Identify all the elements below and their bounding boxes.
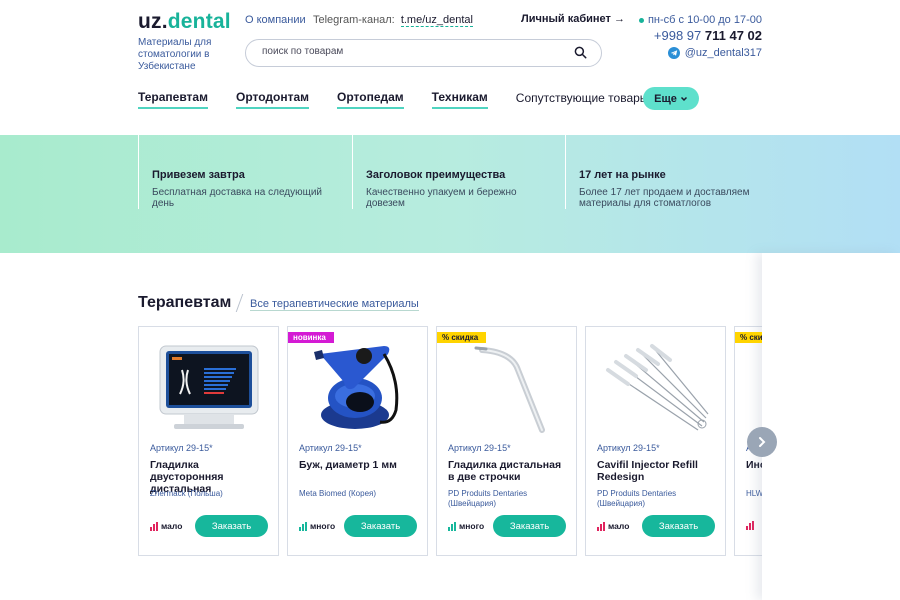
order-button[interactable]: Заказать bbox=[344, 515, 417, 537]
feature-desc: Качественно упакуем и бережно довезем bbox=[366, 187, 517, 209]
stock-text: мало bbox=[161, 521, 183, 531]
product-card[interactable]: Артикул 29-15* Гладилка двусторонняя дис… bbox=[138, 326, 279, 556]
stock-bars-icon bbox=[597, 522, 605, 531]
stock-bars-icon bbox=[746, 521, 754, 530]
product-article: Артикул 29-15* bbox=[597, 443, 660, 453]
product-maker: PD Produits Dentaries (Швейцария) bbox=[448, 489, 528, 508]
sale-badge: % ски bbox=[735, 332, 762, 343]
product-name[interactable]: Буж, диаметр 1 мм bbox=[299, 459, 421, 471]
features-banner: Привезем завтра Бесплатная доставка на с… bbox=[0, 135, 900, 253]
product-name[interactable]: Cavifil Injector Refill Redesign bbox=[597, 459, 719, 483]
nav-item-orthodontists[interactable]: Ортодонтам bbox=[235, 90, 310, 109]
chevron-down-icon bbox=[680, 96, 687, 101]
telegram-channel-label: Telegram-канал: bbox=[313, 14, 395, 26]
feature-item: 17 лет на рынке Более 17 лет продаем и д… bbox=[565, 135, 778, 209]
sale-badge: % скидка bbox=[437, 332, 487, 343]
logo-part1: uz. bbox=[138, 10, 168, 33]
cabinet-link[interactable]: Личный кабинет → bbox=[521, 13, 625, 25]
feature-title: 17 лет на рынке bbox=[579, 169, 666, 181]
stock-indicator bbox=[746, 521, 754, 530]
nav-item-orthopedists[interactable]: Ортопедам bbox=[337, 90, 404, 109]
stock-text: много bbox=[459, 521, 485, 531]
search-bar[interactable] bbox=[245, 39, 602, 67]
product-maker: PD Produits Dentaries (Швейцария) bbox=[597, 489, 677, 508]
order-button[interactable]: Заказать bbox=[493, 515, 566, 537]
stock-indicator: мало bbox=[150, 521, 182, 531]
product-image-brushes[interactable] bbox=[594, 337, 717, 437]
phone-number[interactable]: +998 97 711 47 02 bbox=[654, 28, 762, 43]
nav-item-therapists[interactable]: Терапевтам bbox=[138, 90, 208, 109]
product-carousel: Артикул 29-15* Гладилка двусторонняя дис… bbox=[138, 326, 762, 556]
more-label: Еще bbox=[654, 92, 677, 105]
stock-text: мало bbox=[608, 521, 630, 531]
company-link[interactable]: О компании bbox=[245, 14, 306, 26]
carousel-next-button[interactable] bbox=[747, 427, 777, 457]
product-article: Артикул 29-15* bbox=[448, 443, 511, 453]
stock-bars-icon bbox=[150, 522, 158, 531]
stock-indicator: много bbox=[448, 521, 484, 531]
nav-item-related-goods[interactable]: Сопутствующие товары bbox=[516, 91, 649, 108]
phone-code: +998 97 bbox=[653, 28, 702, 43]
product-name[interactable]: Инс ама bbox=[746, 459, 762, 471]
section-divider bbox=[235, 294, 244, 312]
product-article: Артикул 29-15* bbox=[299, 443, 362, 453]
product-image-endomotor[interactable] bbox=[147, 337, 270, 437]
hours-text: пн-сб с 10-00 до 17-00 bbox=[647, 14, 762, 26]
section-all-link[interactable]: Все терапевтические материалы bbox=[250, 298, 419, 311]
product-card[interactable]: Артикул 29-15* Cavifil Injector Refill R… bbox=[585, 326, 726, 556]
stock-indicator: мало bbox=[597, 521, 629, 531]
stock-text: много bbox=[310, 521, 336, 531]
feature-desc: Бесплатная доставка на следующий день bbox=[152, 187, 323, 209]
stock-bars-icon bbox=[448, 522, 456, 531]
feature-desc: Более 17 лет продаем и доставляем матери… bbox=[579, 187, 750, 209]
stock-indicator: много bbox=[299, 521, 335, 531]
carousel-fade-overlay bbox=[762, 253, 900, 600]
telegram-channel-link[interactable]: t.me/uz_dental bbox=[400, 14, 473, 27]
logo-part2: dental bbox=[167, 10, 231, 33]
product-article: Артикул 29-15* bbox=[150, 443, 213, 453]
product-name[interactable]: Гладилка дистальная в две строчки bbox=[448, 459, 570, 483]
nav-item-technicians[interactable]: Техникам bbox=[431, 90, 488, 109]
product-card[interactable]: новинка Артикул 29-15* Буж, диаметр 1 мм… bbox=[287, 326, 428, 556]
telegram-handle-link[interactable]: @uz_dental317 bbox=[667, 47, 762, 59]
more-button[interactable]: Еще bbox=[643, 87, 699, 110]
product-maker: Zhermack (Польша) bbox=[150, 489, 223, 498]
telegram-handle-text: @uz_dental317 bbox=[684, 47, 762, 59]
status-dot-icon bbox=[638, 17, 644, 23]
search-icon[interactable] bbox=[574, 46, 587, 64]
product-image-curing-lamp[interactable] bbox=[296, 337, 419, 437]
new-badge: новинка bbox=[288, 332, 334, 343]
order-button[interactable]: Заказать bbox=[642, 515, 715, 537]
product-card[interactable]: % скидка Артикул 29-15* Гладилка дисталь… bbox=[436, 326, 577, 556]
product-image-spatula[interactable] bbox=[445, 337, 568, 437]
product-maker: HLW (Гер bbox=[746, 489, 762, 498]
feature-item: Привезем завтра Бесплатная доставка на с… bbox=[138, 135, 351, 209]
phone-main: 711 47 02 bbox=[704, 28, 762, 43]
order-button[interactable]: Заказать bbox=[195, 515, 268, 537]
working-hours: пн-сб с 10-00 до 17-00 bbox=[638, 14, 762, 26]
logo[interactable]: uz.dental bbox=[138, 10, 231, 34]
section-title: Терапевтам bbox=[138, 294, 232, 311]
telegram-icon bbox=[667, 47, 680, 59]
feature-title: Заголовок преимущества bbox=[366, 169, 506, 181]
chevron-right-icon bbox=[759, 437, 766, 447]
feature-item: Заголовок преимущества Качественно упаку… bbox=[352, 135, 565, 209]
main-nav: Терапевтам Ортодонтам Ортопедам Техникам… bbox=[138, 90, 676, 109]
telegram-channel: Telegram-канал: t.me/uz_dental bbox=[313, 14, 473, 27]
feature-title: Привезем завтра bbox=[152, 169, 245, 181]
stock-bars-icon bbox=[299, 522, 307, 531]
search-input[interactable] bbox=[262, 46, 562, 57]
product-maker: Meta Biomed (Корея) bbox=[299, 489, 377, 498]
tagline: Материалы для стоматологии в Узбекистане bbox=[138, 37, 212, 72]
